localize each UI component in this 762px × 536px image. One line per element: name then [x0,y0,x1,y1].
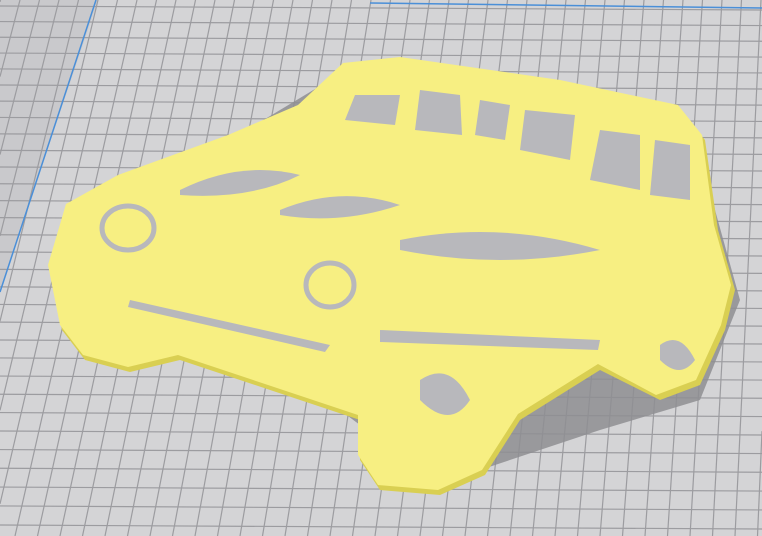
build-plate-scene [0,0,762,536]
window-cutout [475,100,510,140]
grid-line [0,0,21,77]
grid-line [0,0,41,155]
grid-line [0,0,2,3]
3d-viewport[interactable] [0,0,762,536]
window-cutout [345,95,400,125]
window-cutout [650,140,690,200]
window-cutout [415,90,462,135]
